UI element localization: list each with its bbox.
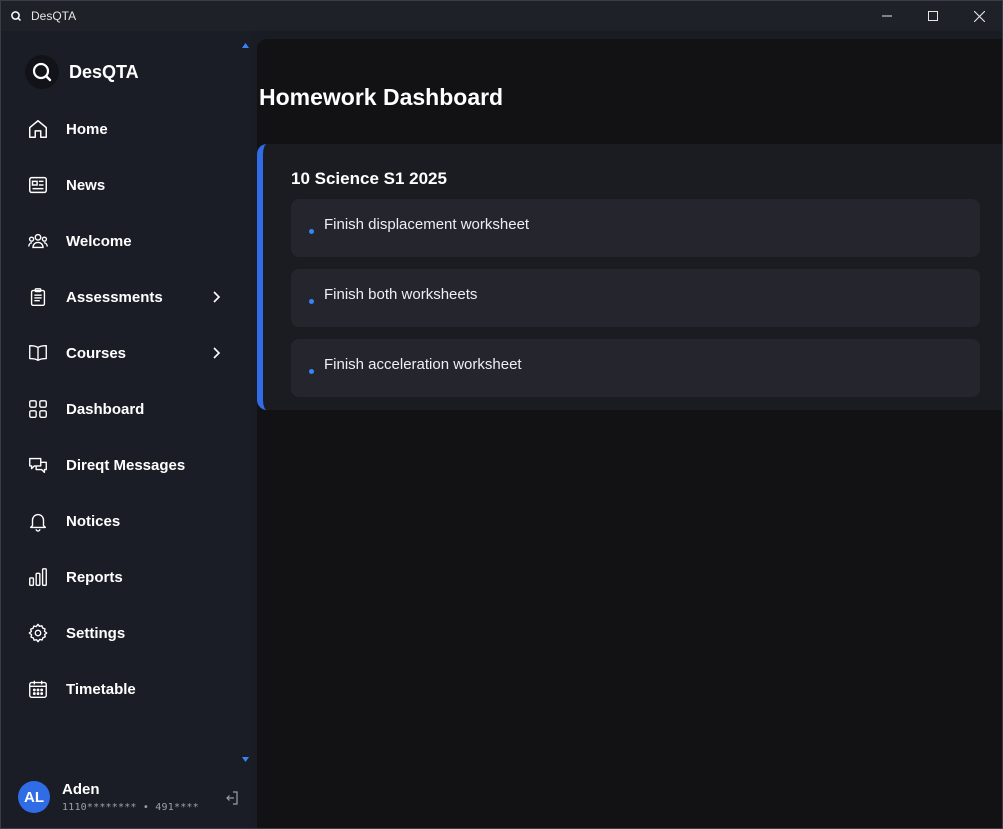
sidebar-item-assessments[interactable]: Assessments bbox=[1, 269, 239, 325]
bullet-icon bbox=[309, 229, 314, 234]
course-title: 10 Science S1 2025 bbox=[291, 169, 447, 188]
chevron-right-icon[interactable] bbox=[206, 287, 226, 307]
bullet-icon bbox=[309, 299, 314, 304]
close-icon bbox=[973, 10, 985, 22]
sidebar-item-home[interactable]: Home bbox=[1, 101, 239, 157]
sidebar-item-label: Welcome bbox=[66, 232, 132, 250]
sidebar-item-label: Home bbox=[66, 120, 108, 138]
title-bar: DesQTA bbox=[1, 1, 1002, 31]
sidebar-item-welcome[interactable]: Welcome bbox=[1, 213, 239, 269]
maximize-button[interactable] bbox=[910, 1, 956, 31]
gear-icon bbox=[26, 621, 50, 645]
app-logo-icon bbox=[1, 1, 31, 31]
main-content: Homework Dashboard 10 Science S1 2025 Fi… bbox=[257, 39, 1002, 828]
grid-icon bbox=[26, 397, 50, 421]
newspaper-icon bbox=[26, 173, 50, 197]
user-id: 1110******** • 491**** bbox=[62, 802, 199, 813]
book-icon bbox=[26, 341, 50, 365]
sidebar-item-courses[interactable]: Courses bbox=[1, 325, 239, 381]
sidebar-item-label: Dashboard bbox=[66, 400, 145, 418]
sidebar-item-label: Settings bbox=[66, 624, 126, 642]
sidebar-scrollbar[interactable] bbox=[239, 31, 251, 769]
sidebar-item-settings[interactable]: Settings bbox=[1, 605, 239, 661]
sidebar-item-news[interactable]: News bbox=[1, 157, 239, 213]
bullet-icon bbox=[309, 369, 314, 374]
list-item[interactable]: Finish displacement worksheet bbox=[291, 199, 980, 257]
scroll-up-arrow-icon[interactable] bbox=[241, 41, 249, 49]
course-card: 10 Science S1 2025 Finish displacement w… bbox=[257, 144, 1002, 410]
sidebar-item-timetable[interactable]: Timetable bbox=[1, 661, 239, 717]
chat-icon bbox=[26, 453, 50, 477]
minimize-icon bbox=[882, 15, 892, 17]
sidebar-item-notices[interactable]: Notices bbox=[1, 493, 239, 549]
sidebar-item-label: Notices bbox=[66, 512, 121, 530]
avatar[interactable]: AL bbox=[18, 781, 50, 813]
task-label: Finish both worksheets bbox=[324, 286, 478, 303]
brand-logo-icon bbox=[25, 55, 59, 89]
calendar-icon bbox=[26, 677, 50, 701]
bar-chart-icon bbox=[26, 565, 50, 589]
sidebar-nav: Home News Welcome Assessments Courses Da… bbox=[1, 101, 239, 717]
sidebar-item-label: Assessments bbox=[66, 288, 163, 306]
sidebar-item-label: Reports bbox=[66, 568, 123, 586]
home-icon bbox=[26, 117, 50, 141]
sidebar-item-label: News bbox=[66, 176, 106, 194]
task-label: Finish acceleration worksheet bbox=[324, 356, 522, 373]
sidebar: DesQTA Home News Welcome Assessments Cou… bbox=[1, 31, 251, 828]
sidebar-item-direqt-messages[interactable]: Direqt Messages bbox=[1, 437, 239, 493]
sidebar-item-label: Courses bbox=[66, 344, 127, 362]
user-profile[interactable]: AL Aden 1110******** • 491**** bbox=[1, 769, 251, 828]
clipboard-icon bbox=[26, 285, 50, 309]
users-icon bbox=[26, 229, 50, 253]
brand[interactable]: DesQTA bbox=[25, 55, 139, 89]
bell-icon bbox=[26, 509, 50, 533]
page-title: Homework Dashboard bbox=[259, 84, 504, 110]
app-window: DesQTA DesQTA Home News Welcome Assessme… bbox=[0, 0, 1003, 829]
sidebar-item-reports[interactable]: Reports bbox=[1, 549, 239, 605]
maximize-icon bbox=[928, 11, 938, 21]
logout-icon[interactable] bbox=[223, 789, 241, 807]
close-button[interactable] bbox=[956, 1, 1002, 31]
list-item[interactable]: Finish acceleration worksheet bbox=[291, 339, 980, 397]
list-item[interactable]: Finish both worksheets bbox=[291, 269, 980, 327]
sidebar-item-label: Timetable bbox=[66, 680, 136, 698]
sidebar-item-label: Direqt Messages bbox=[66, 456, 186, 474]
window-controls bbox=[864, 1, 1002, 31]
minimize-button[interactable] bbox=[864, 1, 910, 31]
scroll-down-arrow-icon[interactable] bbox=[241, 755, 249, 763]
sidebar-item-dashboard[interactable]: Dashboard bbox=[1, 381, 239, 437]
brand-name: DesQTA bbox=[69, 61, 139, 82]
window-title: DesQTA bbox=[31, 9, 77, 23]
user-name: Aden bbox=[62, 781, 100, 798]
chevron-right-icon[interactable] bbox=[206, 343, 226, 363]
task-label: Finish displacement worksheet bbox=[324, 216, 530, 233]
